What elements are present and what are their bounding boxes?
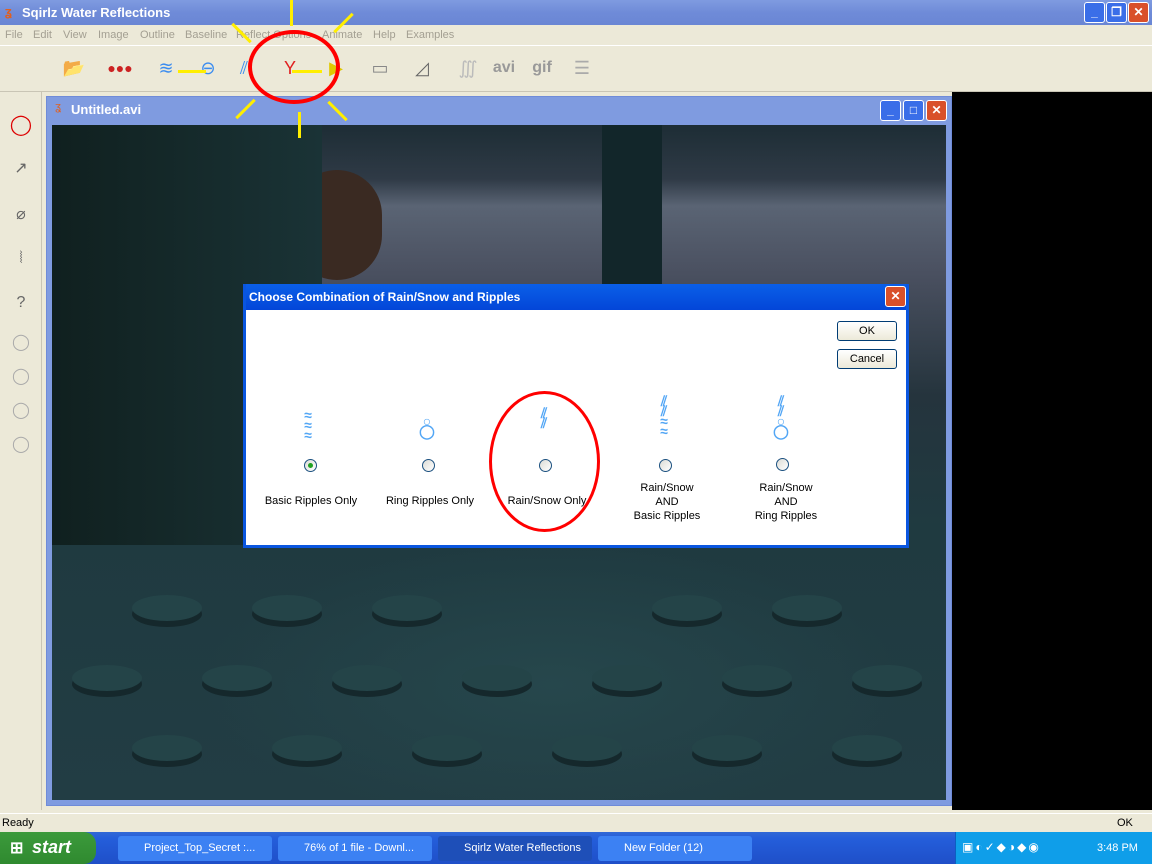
restore-button[interactable]: ❐ (1106, 2, 1127, 23)
label-rain-ring: Rain/Snow AND Ring Ripples (731, 481, 841, 523)
status-text: Ready (2, 817, 34, 829)
annotation-circle-toolbar (248, 30, 340, 104)
label-line: Rain/Snow (640, 482, 694, 494)
taskbar: ⊞ start Project_Top_Secret :... 76% of 1 … (0, 832, 1152, 864)
app-title-bar: ʓ Sqirlz Water Reflections _ ❐ ✕ (0, 0, 1152, 25)
cancel-button[interactable]: Cancel (837, 349, 897, 369)
start-label: start (32, 837, 72, 857)
task-sqirlz[interactable]: Sqirlz Water Reflections (438, 836, 592, 861)
child-window-title: Untitled.avi (71, 102, 142, 117)
label-line: Rain/Snow (759, 482, 813, 494)
avi-button[interactable]: avi (488, 52, 520, 84)
left-toolbar: ◯ ↗ ⌀ ⦚ ? ◯ ◯ ◯ ◯ (0, 92, 42, 810)
ok-button[interactable]: OK (837, 321, 897, 341)
menu-view[interactable]: View (63, 29, 87, 41)
menu-bar: File Edit View Image Outline Baseline Re… (0, 25, 1152, 45)
dialog-close-button[interactable]: ✕ (885, 286, 906, 307)
radio-rain-ring[interactable] (776, 458, 789, 471)
colors-icon[interactable]: ●●● (104, 52, 136, 84)
baseline-tool-icon[interactable]: ⦚ (8, 246, 34, 272)
shape-tool-3-icon[interactable]: ◯ (8, 398, 34, 424)
windows-logo-icon: ⊞ (10, 840, 24, 857)
child-close-button[interactable]: ✕ (926, 100, 947, 121)
task-firefox-project[interactable]: Project_Top_Secret :... (118, 836, 272, 861)
system-tray: ▣◐✓◆◑◆◉ 3:48 PM (955, 832, 1152, 864)
task-new-folder[interactable]: New Folder (12) (598, 836, 752, 861)
radio-basic-ripples[interactable] (304, 459, 317, 472)
child-minimize-button[interactable]: _ (880, 100, 901, 121)
label-basic-ripples: Basic Ripples Only (264, 495, 358, 507)
annotation-circle-option (489, 391, 600, 532)
annotation-ray (292, 70, 322, 73)
child-maximize-button[interactable]: □ (903, 100, 924, 121)
shape-tool-4-icon[interactable]: ◯ (8, 432, 34, 458)
ring-ripples-icon[interactable]: ⊖ (192, 52, 224, 84)
workspace-background (952, 92, 1152, 810)
status-bar: Ready OK (0, 813, 1152, 832)
basic-ripples-icon: ≈ ≈ ≈ (304, 407, 312, 443)
label-line: Basic Ripples (633, 510, 701, 522)
annotation-ray (178, 70, 206, 73)
rain-ring-ripples-icon: ⫽ ⫽ ○ ◯ (773, 393, 789, 439)
dialog-title: Choose Combination of Rain/Snow and Ripp… (246, 284, 906, 310)
label-rain-basic: Rain/Snow AND Basic Ripples (612, 481, 722, 523)
clock: 3:48 PM (1097, 842, 1138, 854)
gif-button[interactable]: gif (526, 52, 558, 84)
menu-animate[interactable]: Animate (322, 29, 362, 41)
frames-icon[interactable]: ☰ (566, 52, 598, 84)
menu-examples[interactable]: Examples (406, 29, 454, 41)
menu-edit[interactable]: Edit (33, 29, 52, 41)
image-icon[interactable]: ▭ (364, 52, 396, 84)
triangle-icon[interactable]: ◿ (406, 52, 438, 84)
menu-help[interactable]: Help (373, 29, 396, 41)
shape-tool-2-icon[interactable]: ◯ (8, 364, 34, 390)
wave-icon[interactable]: ∭ (452, 52, 484, 84)
rain-basic-ripples-icon: ⫽ ⫽ ≈ ≈ (660, 393, 668, 439)
label-line: AND (655, 496, 679, 508)
app-icon: ʓ (5, 4, 12, 19)
tray-icons[interactable]: ▣◐✓◆◑◆◉ (962, 840, 1041, 854)
arrow-tool-icon[interactable]: ↗ (8, 156, 34, 182)
close-button[interactable]: ✕ (1128, 2, 1149, 23)
shape-tool-1-icon[interactable]: ◯ (8, 330, 34, 356)
radio-rain-basic[interactable] (659, 459, 672, 472)
menu-file[interactable]: File (5, 29, 23, 41)
label-line: AND (774, 496, 798, 508)
menu-image[interactable]: Image (98, 29, 129, 41)
label-ring-ripples: Ring Ripples Only (385, 495, 475, 507)
menu-outline[interactable]: Outline (140, 29, 175, 41)
task-firefox-download[interactable]: 76% of 1 file - Downl... (278, 836, 432, 861)
start-button[interactable]: ⊞ start (0, 832, 96, 864)
status-right: OK (1117, 817, 1133, 829)
basic-ripples-icon[interactable]: ≋ (150, 52, 182, 84)
menu-baseline[interactable]: Baseline (185, 29, 227, 41)
child-window-icon: ʓ (55, 101, 61, 113)
help-shape-icon[interactable]: ? (8, 290, 34, 316)
app-title: Sqirlz Water Reflections (22, 5, 171, 20)
annotation-ray (290, 0, 293, 26)
annotation-ray (298, 112, 301, 138)
minimize-button[interactable]: _ (1084, 2, 1105, 23)
lasso-tool-icon[interactable]: ⌀ (8, 202, 34, 228)
ellipse-tool-icon[interactable]: ◯ (8, 112, 34, 138)
radio-ring-ripples[interactable] (422, 459, 435, 472)
label-line: Ring Ripples (754, 510, 818, 522)
open-folder-icon[interactable]: 📂 (58, 52, 90, 84)
ring-ripples-icon: ○ ◯ (419, 413, 435, 439)
